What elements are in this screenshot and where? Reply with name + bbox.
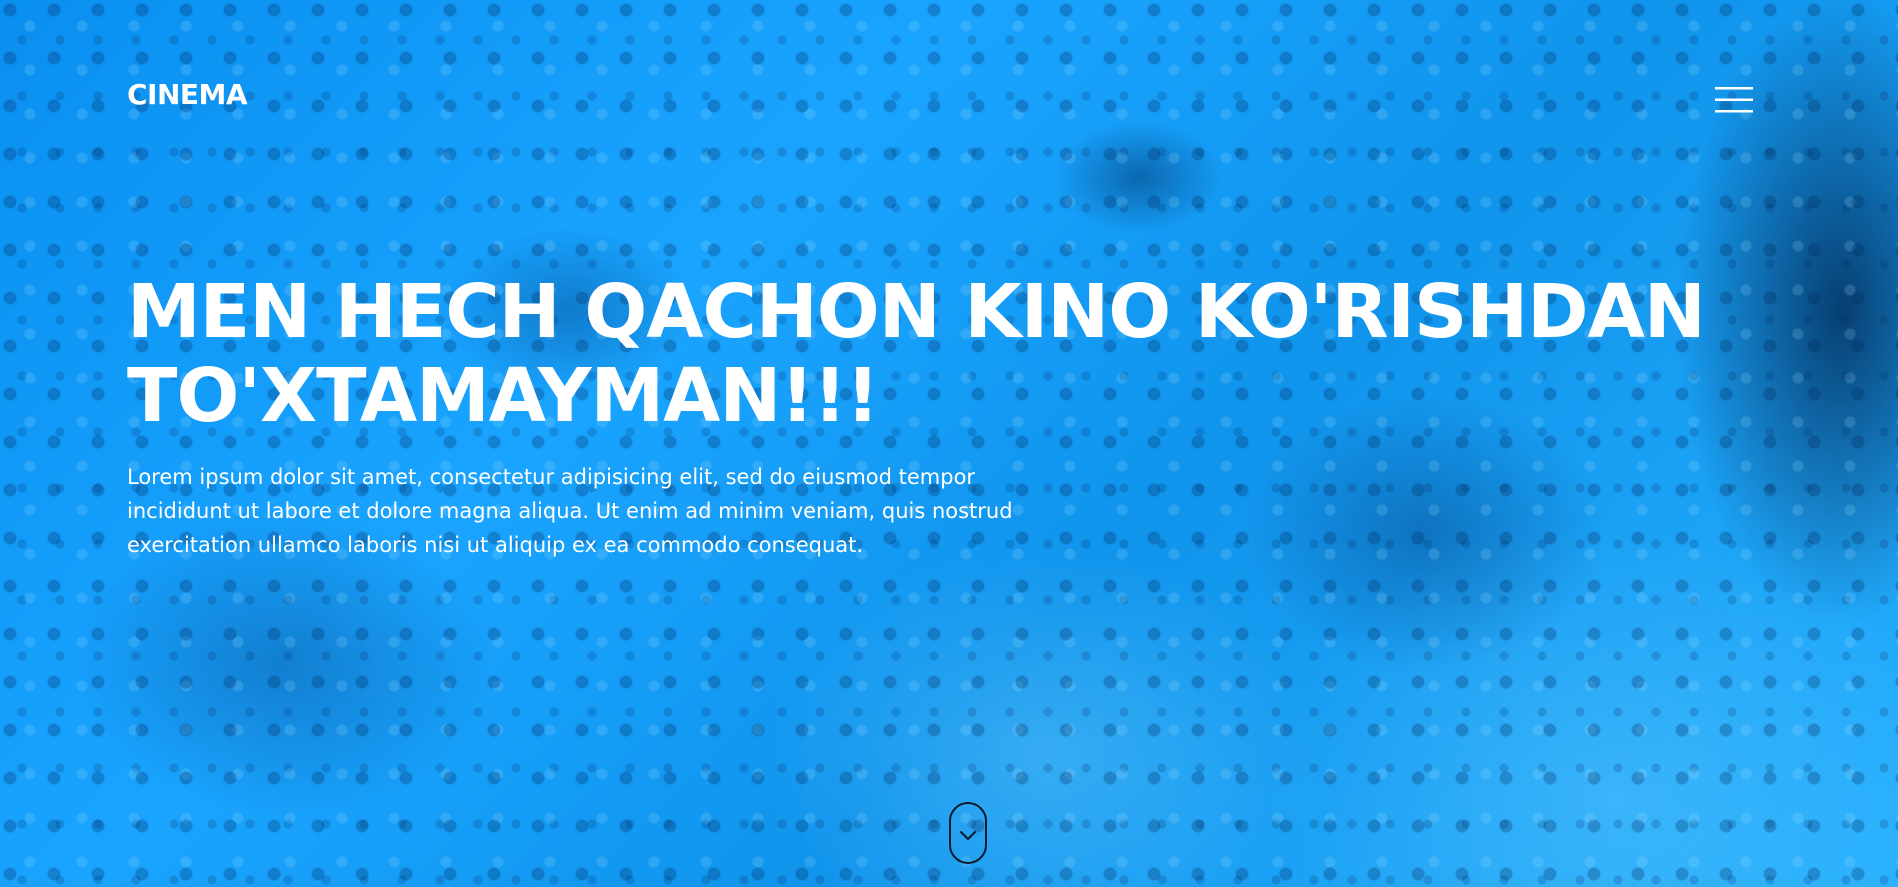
scroll-down-button[interactable] <box>949 802 987 864</box>
brand-logo[interactable]: CINEMA <box>127 78 248 111</box>
hero-description: Lorem ipsum dolor sit amet, consectetur … <box>127 465 1013 557</box>
menu-button[interactable] <box>1715 86 1753 114</box>
chevron-down-icon <box>960 831 976 840</box>
water-background-texture <box>0 0 1898 887</box>
hero-section: CINEMA MEN HECH QACHON KINO KO'RISHDAN T… <box>0 0 1898 887</box>
hamburger-menu-icon <box>1715 87 1753 113</box>
hero-title: MEN HECH QACHON KINO KO'RISHDAN TO'XTAMA… <box>127 269 1706 439</box>
